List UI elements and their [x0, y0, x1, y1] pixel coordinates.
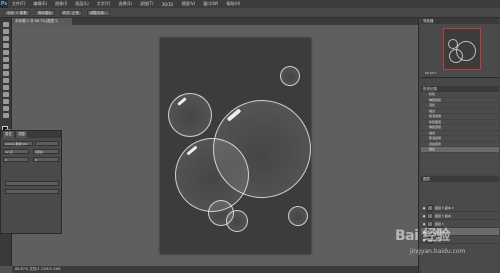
document-tab[interactable]: 未标题-1 @ 66.7%(图层 5, RGB/8)	[12, 18, 72, 30]
bubble-highlight	[226, 108, 242, 122]
layer-thumbnail	[427, 212, 433, 219]
tab-adjustments[interactable]: 调整	[16, 131, 27, 138]
language-select[interactable]	[5, 189, 59, 194]
navigator-title: 导航器	[421, 18, 499, 24]
menu-type[interactable]: 文字(Y)	[93, 1, 115, 7]
bubble-highlight	[177, 97, 187, 106]
lasso-tool-icon[interactable]	[3, 36, 9, 41]
font-family-select[interactable]: Adobe 黑体 Std	[3, 141, 33, 146]
navigator-zoom[interactable]: 66.67%	[425, 71, 436, 75]
gradient-tool-icon[interactable]	[3, 92, 9, 97]
layers-controls	[421, 182, 499, 204]
menu-layer[interactable]: 图层(L)	[71, 1, 92, 7]
move-tool-icon[interactable]	[3, 22, 9, 27]
history-panel: 历史记录 新建 椭圆选框 羽化 描边 取消选择 新建图层 椭圆选框 描边 取消选…	[421, 86, 499, 174]
feather-field[interactable]: 羽化: 0 像素	[4, 9, 30, 16]
font-size-field[interactable]: 12 点	[3, 149, 29, 154]
menu-file[interactable]: 文件(F)	[8, 1, 29, 7]
character-panel: 属性 调整 Adobe 黑体 Std - 12 点 (自动) 0 0	[0, 130, 62, 234]
menu-select[interactable]: 选择(S)	[114, 1, 136, 7]
style-select[interactable]: 样式: 正常	[59, 9, 82, 16]
refine-edge-button[interactable]: 调整边缘...	[86, 9, 111, 16]
panel-tabs: 属性 调整	[1, 131, 61, 138]
crop-tool-icon[interactable]	[3, 50, 9, 55]
clone-stamp-icon[interactable]	[3, 78, 9, 83]
bubble-highlight	[186, 145, 198, 156]
eraser-tool-icon[interactable]	[3, 85, 9, 90]
marquee-tool-icon[interactable]	[3, 29, 9, 34]
document-tab-bar: 未标题-1 @ 66.7%(图层 5, RGB/8)	[12, 18, 418, 30]
leading-field[interactable]: (自动)	[33, 149, 59, 154]
font-style-select[interactable]: -	[35, 141, 59, 146]
hand-tool-icon[interactable]	[3, 113, 9, 118]
type-tool-icon[interactable]	[3, 106, 9, 111]
layer-name: 图层 5 副本 2	[435, 205, 454, 210]
document-canvas[interactable]	[160, 38, 311, 254]
healing-brush-icon[interactable]	[3, 64, 9, 69]
eyedropper-tool-icon[interactable]	[3, 57, 9, 62]
antialias-checkbox[interactable]: 消除锯齿	[34, 9, 55, 16]
menu-image[interactable]: 图像(I)	[51, 1, 71, 7]
watermark-url: jingyan.baidu.com	[410, 248, 466, 255]
menu-filter[interactable]: 滤镜(T)	[136, 1, 158, 7]
navigator-panel: 导航器 66.67%	[421, 18, 499, 78]
menu-bar: Ps 文件(F) 编辑(E) 图像(I) 图层(L) 文字(Y) 选择(S) 滤…	[0, 0, 500, 8]
history-row-active[interactable]: 描边	[421, 147, 499, 153]
layer-name: 图层 5 副本	[435, 213, 451, 218]
layer-row[interactable]: ● 图层 5 副本 2	[421, 204, 499, 212]
kerning-field[interactable]: 0	[3, 157, 29, 162]
layer-row[interactable]: ● 图层 5 副本	[421, 212, 499, 220]
menu-window[interactable]: 窗口(W)	[199, 1, 222, 7]
menu-3d[interactable]: 3D(D)	[158, 2, 178, 7]
tracking-field[interactable]: 0	[33, 157, 59, 162]
menu-view[interactable]: 视图(V)	[177, 1, 199, 7]
quick-select-tool-icon[interactable]	[3, 43, 9, 48]
bubble-left	[168, 93, 212, 137]
pen-tool-icon[interactable]	[3, 99, 9, 104]
watermark-logo: Bai 经验	[395, 228, 450, 244]
menu-help[interactable]: 帮助(H)	[222, 1, 244, 7]
menu-edit[interactable]: 编辑(E)	[29, 1, 51, 7]
mini-bubble	[449, 49, 463, 63]
bubble-medium	[175, 138, 249, 212]
brush-tool-icon[interactable]	[3, 71, 9, 76]
layer-thumbnail	[427, 204, 433, 211]
status-bar: 66.67% 文档:1.32M/5.19M	[12, 266, 418, 273]
app-logo: Ps	[0, 0, 8, 8]
bubble-small-top	[280, 66, 300, 86]
tab-properties[interactable]: 属性	[3, 131, 14, 138]
text-style-buttons[interactable]	[5, 181, 59, 186]
options-bar: 羽化: 0 像素 消除锯齿 样式: 正常 调整边缘...	[0, 8, 500, 18]
bubble-bottom-small	[226, 210, 248, 232]
bubble-bottom-right	[288, 206, 308, 226]
navigator-thumbnail[interactable]	[443, 28, 481, 70]
